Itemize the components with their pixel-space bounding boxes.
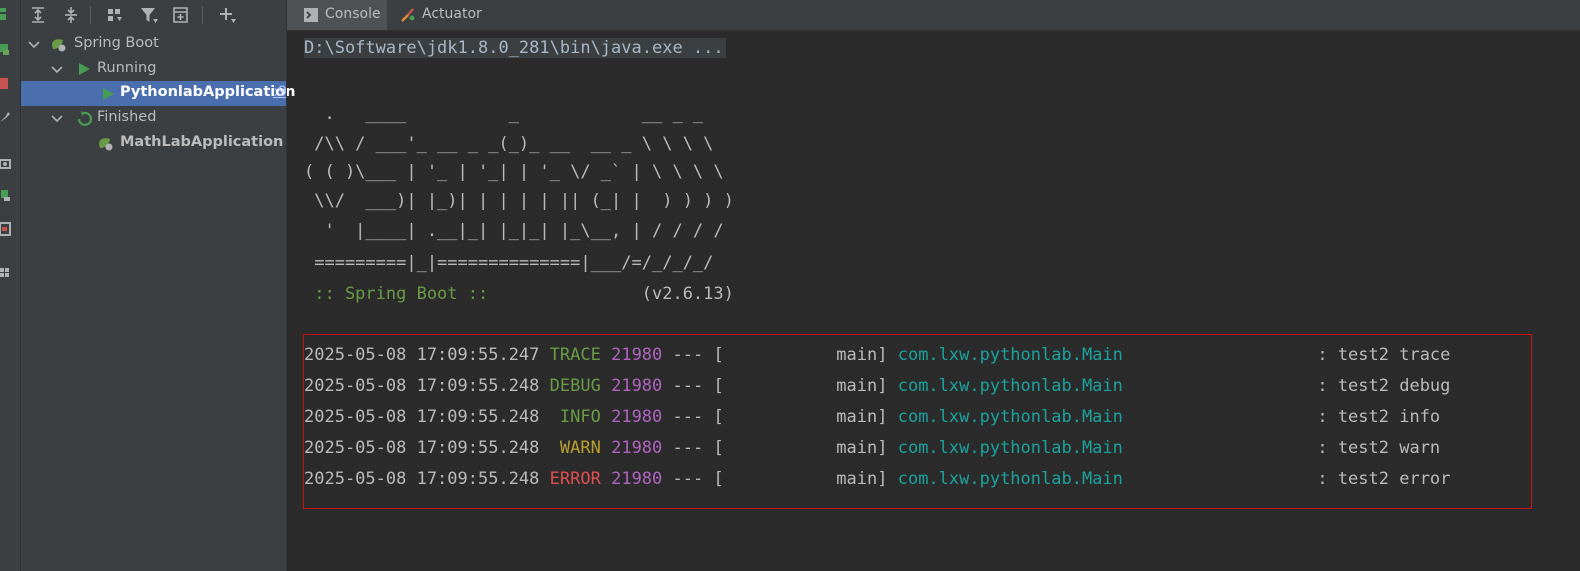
command-text[interactable]: D:\Software\jdk1.8.0_281\bin\java.exe ..…: [304, 38, 726, 58]
spring-boot-version-line: :: Spring Boot :: (v2.6.13): [304, 279, 734, 309]
banner-line: /\\ / ___'_ __ _ _(_)_ __ __ _ \ \ \ \: [304, 134, 714, 154]
log-level: TRACE: [549, 345, 601, 365]
collapse-all-icon[interactable]: [60, 4, 82, 26]
log-pid: 21980: [611, 345, 663, 365]
log-level: INFO: [549, 407, 601, 427]
tree-toolbar: [21, 0, 286, 30]
chevron-down-icon[interactable]: [50, 112, 64, 126]
log-message: : test2 trace: [1122, 345, 1451, 365]
log-line: 2025-05-08 17:09:55.248 WARN 21980 --- […: [304, 433, 1440, 463]
log-line: 2025-05-08 17:09:55.248 DEBUG 21980 --- …: [304, 371, 1450, 401]
settings-icon[interactable]: [0, 110, 14, 124]
console-tab-bar: Console Actuator: [287, 0, 1580, 31]
finished-icon: [77, 111, 93, 126]
run-icon: [79, 63, 90, 75]
services-tree-panel: Spring Boot Running PythonlabApplication…: [21, 0, 296, 571]
log-message: : test2 error: [1122, 469, 1451, 489]
filter-icon[interactable]: [138, 4, 160, 26]
restart-icon[interactable]: [0, 42, 14, 56]
layout-icon[interactable]: [0, 266, 14, 280]
tab-label: Actuator: [422, 6, 482, 22]
tree-node-label: PythonlabApplication: [120, 84, 296, 100]
spring-boot-label: :: Spring Boot ::: [304, 284, 499, 304]
log-pid: 21980: [611, 407, 663, 427]
add-icon[interactable]: [216, 4, 238, 26]
group-icon[interactable]: [104, 4, 126, 26]
log-message: : test2 warn: [1122, 438, 1441, 458]
camera-icon[interactable]: [0, 156, 14, 170]
log-separator: --- [: [662, 376, 724, 396]
tree-node-label: Running: [97, 60, 157, 76]
log-separator: --- [: [662, 345, 724, 365]
log-separator: --- [: [662, 407, 724, 427]
run-tool-strip: [0, 0, 21, 571]
log-logger: com.lxw.pythonlab.Main: [897, 345, 1123, 365]
tab-label: Console: [325, 6, 381, 22]
port-link[interactable]: :9: [273, 84, 287, 100]
log-message: : test2 info: [1122, 407, 1441, 427]
stop-icon[interactable]: [0, 77, 14, 91]
log-timestamp: 2025-05-08 17:09:55.248: [304, 376, 540, 396]
chevron-down-icon[interactable]: [50, 63, 64, 77]
log-logger: com.lxw.pythonlab.Main: [897, 376, 1123, 396]
log-level: WARN: [549, 438, 601, 458]
banner-line: ' |____| .__|_| |_|_| |_\__, | / / / /: [304, 221, 724, 241]
log-level: DEBUG: [549, 376, 601, 396]
tree-node-finished[interactable]: Finished: [21, 106, 286, 131]
tree-node-pythonlab-application[interactable]: PythonlabApplication :9: [21, 81, 296, 106]
spring-boot-icon: [52, 39, 66, 52]
log-message: : test2 debug: [1122, 376, 1451, 396]
tree-node-label: Finished: [97, 109, 157, 125]
console-icon: [304, 8, 318, 22]
exit-icon[interactable]: [0, 222, 14, 236]
log-timestamp: 2025-05-08 17:09:55.248: [304, 469, 540, 489]
log-thread: main]: [723, 345, 888, 365]
log-pid: 21980: [611, 376, 663, 396]
tree-node-mathlab-application[interactable]: MathLabApplication: [21, 131, 286, 156]
tree-node-running[interactable]: Running: [21, 57, 286, 82]
log-timestamp: 2025-05-08 17:09:55.247: [304, 345, 540, 365]
banner-line: ( ( )\___ | '_ | '_| | '_ \/ _` | \ \ \ …: [304, 162, 724, 182]
banner-line: \\/ ___)| |_)| | | | | || (_| | ) ) ) ): [304, 191, 734, 211]
chevron-down-icon[interactable]: [27, 38, 41, 52]
tree-node-spring-boot[interactable]: Spring Boot: [21, 32, 286, 57]
log-timestamp: 2025-05-08 17:09:55.248: [304, 407, 540, 427]
log-thread: main]: [723, 407, 888, 427]
add-config-icon[interactable]: [170, 4, 192, 26]
toolbar-separator: [90, 6, 91, 24]
log-separator: --- [: [662, 469, 724, 489]
expand-all-icon[interactable]: [27, 4, 49, 26]
toolbar-separator: [202, 6, 203, 24]
console-output[interactable]: D:\Software\jdk1.8.0_281\bin\java.exe ..…: [287, 31, 1580, 571]
log-logger: com.lxw.pythonlab.Main: [897, 469, 1123, 489]
spring-boot-version: (v2.6.13): [498, 284, 734, 304]
log-thread: main]: [723, 376, 888, 396]
command-line: D:\Software\jdk1.8.0_281\bin\java.exe ..…: [304, 33, 726, 63]
log-timestamp: 2025-05-08 17:09:55.248: [304, 438, 540, 458]
log-logger: com.lxw.pythonlab.Main: [897, 438, 1123, 458]
log-pid: 21980: [611, 469, 663, 489]
log-line: 2025-05-08 17:09:55.248 INFO 21980 --- […: [304, 402, 1440, 432]
log-level: ERROR: [549, 469, 601, 489]
banner-line: . ____ _ __ _ _: [304, 104, 704, 124]
log-line: 2025-05-08 17:09:55.248 ERROR 21980 --- …: [304, 464, 1450, 494]
log-logger: com.lxw.pythonlab.Main: [897, 407, 1123, 427]
spring-boot-icon: [99, 138, 113, 151]
banner-line: =========|_|==============|___/=/_/_/_/: [304, 253, 714, 273]
actuator-icon: [401, 8, 415, 22]
debug-icon[interactable]: [0, 188, 14, 202]
log-thread: main]: [723, 438, 888, 458]
tab-actuator[interactable]: Actuator: [387, 0, 487, 30]
tree-node-label: MathLabApplication: [120, 134, 284, 150]
run-icon: [103, 88, 114, 100]
log-pid: 21980: [611, 438, 663, 458]
log-line: 2025-05-08 17:09:55.247 TRACE 21980 --- …: [304, 340, 1450, 370]
rerun-icon[interactable]: [0, 8, 14, 22]
log-thread: main]: [723, 469, 888, 489]
log-separator: --- [: [662, 438, 724, 458]
tree-node-label: Spring Boot: [74, 35, 159, 51]
tab-console[interactable]: Console: [287, 0, 387, 30]
